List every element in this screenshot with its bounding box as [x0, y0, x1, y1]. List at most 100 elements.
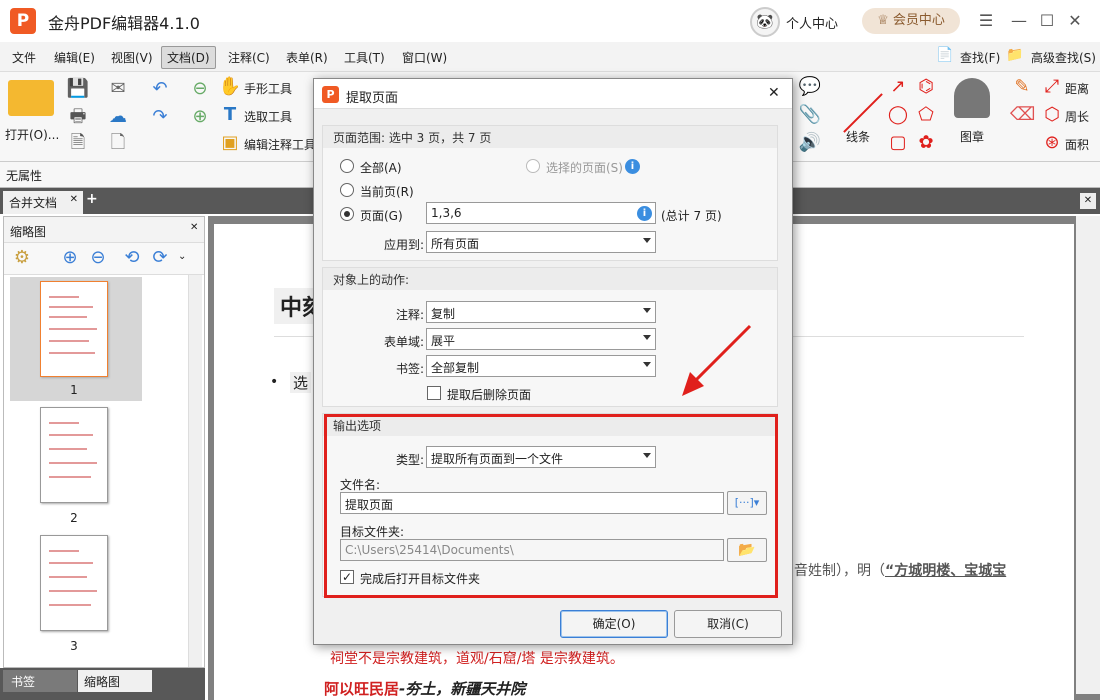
cloud-icon[interactable]: ☁ — [106, 106, 130, 128]
rotate-right-icon[interactable]: ⟳ — [148, 247, 172, 269]
redo-icon[interactable]: ↷ — [148, 106, 172, 128]
eraser-icon[interactable]: ⌫ — [1010, 104, 1035, 126]
chevron-down-icon — [643, 362, 651, 367]
tab-bookmarks[interactable]: 书签 — [3, 670, 77, 692]
edit-annotation-icon[interactable]: ▣ — [218, 132, 242, 154]
open-folder-icon[interactable] — [8, 80, 54, 116]
tab-merged-document[interactable]: 合并文档 ✕ — [3, 191, 83, 214]
personal-center-link[interactable]: 个人中心 — [786, 13, 838, 32]
pencil-icon[interactable]: ✎ — [1010, 76, 1034, 98]
radio-current-label[interactable]: 当前页(R) — [360, 183, 414, 200]
stamp-label[interactable]: 图章 — [960, 128, 984, 145]
forward-icon[interactable]: ⊕ — [188, 106, 212, 128]
panel-close-icon[interactable]: ✕ — [190, 222, 198, 233]
pages-input[interactable]: 1,3,6 — [426, 202, 656, 224]
thumbnail-scrollbar[interactable] — [188, 275, 202, 667]
menu-edit[interactable]: 编辑(E) — [50, 48, 99, 67]
bookmark-select[interactable]: 全部复制 — [426, 355, 656, 377]
minimize-icon[interactable]: — — [1008, 10, 1030, 32]
tab-thumbnails[interactable]: 缩略图 — [78, 670, 152, 692]
comment-icon[interactable]: 💬 — [798, 76, 822, 98]
delete-after-label[interactable]: 提取后删除页面 — [447, 386, 531, 403]
menu-view[interactable]: 视图(V) — [107, 48, 157, 67]
rotate-left-icon[interactable]: ⟲ — [120, 247, 144, 269]
avatar[interactable]: 🐼 — [750, 7, 780, 37]
arrow-tool-icon[interactable]: ↗ — [886, 76, 910, 98]
print-icon[interactable]: 🖶 — [66, 106, 90, 128]
line-tool-icon[interactable] — [843, 93, 883, 133]
zoom-out-icon[interactable]: ⊖ — [86, 247, 110, 269]
advanced-find-button[interactable]: 高级查找(S) — [1027, 48, 1100, 67]
perimeter-icon[interactable]: ⬡ — [1040, 104, 1064, 126]
thumbnail-page-2[interactable] — [40, 407, 108, 503]
distance-icon[interactable]: ⤢ — [1040, 76, 1064, 98]
rectangle-tool-icon[interactable]: ▢ — [886, 132, 910, 154]
delete-after-checkbox[interactable] — [427, 386, 441, 400]
ok-button[interactable]: 确定(O) — [560, 610, 668, 638]
hand-tool-icon[interactable]: ✋ — [218, 76, 242, 98]
tab-thumbnails-label: 缩略图 — [84, 675, 121, 689]
radio-pages[interactable] — [340, 207, 354, 221]
perimeter-label[interactable]: 周长 — [1065, 108, 1089, 125]
add-tab-icon[interactable]: + — [86, 191, 100, 209]
settings-gear-icon[interactable]: ⚙ — [10, 247, 34, 269]
dialog-close-icon[interactable]: ✕ — [768, 85, 780, 101]
hamburger-menu-icon[interactable]: ☰ — [975, 10, 997, 32]
document-scrollbar[interactable] — [1076, 216, 1100, 694]
area-icon[interactable]: ⊛ — [1040, 132, 1064, 154]
menu-form[interactable]: 表单(R) — [282, 48, 332, 67]
menu-document[interactable]: 文档(D) — [161, 46, 216, 69]
area-label[interactable]: 面积 — [1065, 136, 1089, 153]
find-button[interactable]: 查找(F) — [956, 48, 1004, 67]
chevron-down-icon — [643, 335, 651, 340]
attachment-icon[interactable]: 📎 — [798, 104, 822, 126]
annotation-select[interactable]: 复制 — [426, 301, 656, 323]
email-icon[interactable]: ✉ — [106, 78, 130, 100]
close-icon[interactable]: ✕ — [1064, 10, 1086, 32]
more-chevron-icon[interactable]: ⌄ — [178, 251, 186, 262]
distance-label[interactable]: 距离 — [1065, 80, 1089, 97]
undo-icon[interactable]: ↶ — [148, 78, 172, 100]
radio-current-page[interactable] — [340, 183, 354, 197]
back-icon[interactable]: ⊖ — [188, 78, 212, 100]
radio-all-label[interactable]: 全部(A) — [360, 159, 402, 176]
menu-file[interactable]: 文件 — [8, 48, 40, 67]
doc-right-text: 音姓制），明（“方城明楼、宝城宝 — [794, 560, 1006, 580]
stamp-icon[interactable] — [954, 78, 990, 118]
edit-annotation-label[interactable]: 编辑注释工具 — [244, 136, 316, 153]
close-document-icon[interactable]: ✕ — [1080, 193, 1096, 209]
select-tool-label[interactable]: 选取工具 — [244, 108, 292, 125]
page-range-header: 页面范围: 选中 3 页，共 7 页 — [323, 126, 777, 148]
form-field-select[interactable]: 展平 — [426, 328, 656, 350]
sound-icon[interactable]: 🔊 — [798, 132, 822, 154]
new-doc-icon[interactable]: 🗋 — [106, 132, 130, 154]
vip-center-button[interactable]: ♕ 会员中心 — [862, 8, 960, 34]
export-icon[interactable]: 🗎 — [66, 132, 90, 154]
save-icon[interactable]: 💾 — [66, 78, 90, 100]
cloud-shape-icon[interactable]: ✿ — [914, 132, 938, 154]
polygon-tool-icon[interactable]: ⬠ — [914, 104, 938, 126]
thumbnail-page-1[interactable] — [40, 281, 108, 377]
radio-pages-label[interactable]: 页面(G) — [360, 207, 403, 224]
menu-annotation[interactable]: 注释(C) — [224, 48, 274, 67]
ellipse-tool-icon[interactable]: ◯ — [886, 104, 910, 126]
menu-tools[interactable]: 工具(T) — [340, 48, 389, 67]
zoom-in-icon[interactable]: ⊕ — [58, 247, 82, 269]
hand-tool-label[interactable]: 手形工具 — [244, 80, 292, 97]
apply-to-select[interactable]: 所有页面 — [426, 231, 656, 253]
lines-label[interactable]: 线条 — [846, 128, 870, 145]
cancel-button[interactable]: 取消(C) — [674, 610, 782, 638]
app-logo-icon: P — [10, 8, 36, 34]
chevron-down-icon — [643, 308, 651, 313]
radio-all[interactable] — [340, 159, 354, 173]
tab-close-icon[interactable]: ✕ — [70, 194, 78, 205]
open-button-label[interactable]: 打开(O)... — [5, 126, 59, 143]
polyline-tool-icon[interactable]: ⌬ — [914, 76, 938, 98]
annotation-arrow-icon — [682, 324, 752, 396]
pages-info-icon[interactable]: i — [637, 206, 652, 221]
select-tool-icon[interactable]: T — [218, 104, 242, 126]
thumbnail-page-3[interactable] — [40, 535, 108, 631]
menu-window[interactable]: 窗口(W) — [398, 48, 451, 67]
maximize-icon[interactable]: ☐ — [1036, 10, 1058, 32]
panel-title: 缩略图 — [10, 225, 47, 239]
